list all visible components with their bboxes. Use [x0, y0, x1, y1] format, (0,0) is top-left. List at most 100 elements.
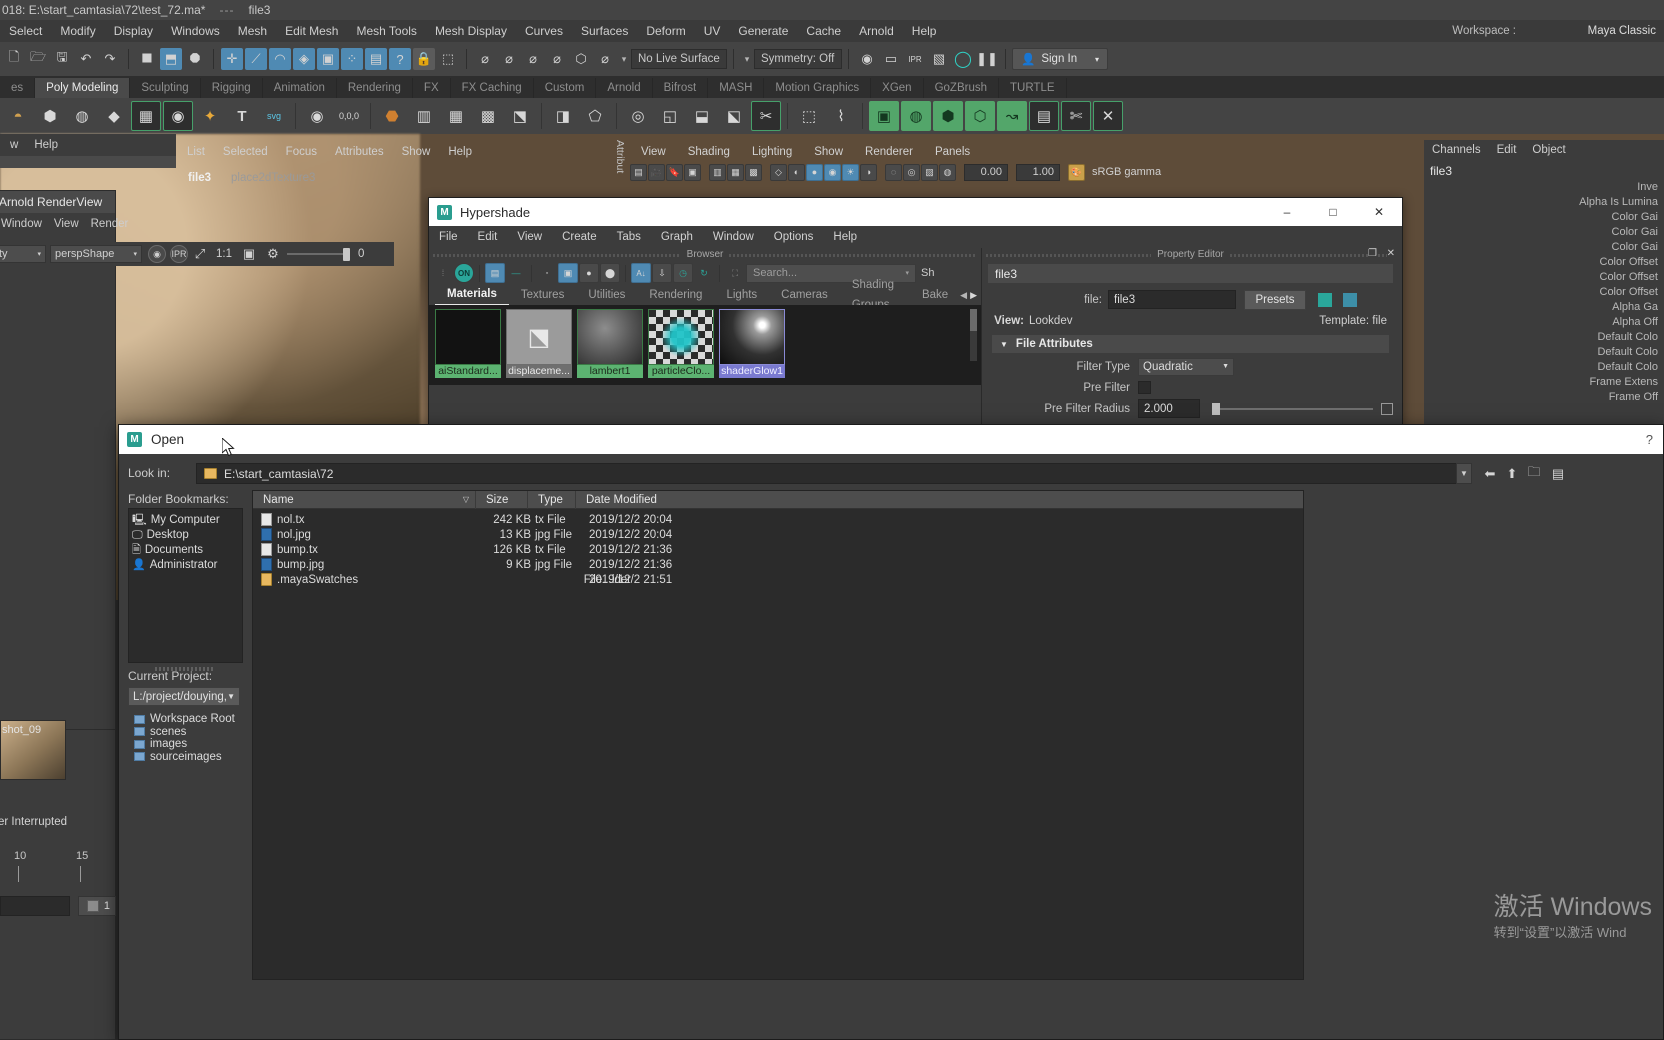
shelf-smooth-icon[interactable]: ◨	[548, 101, 578, 131]
shelf-multi-cut-icon[interactable]: ✂	[751, 101, 781, 131]
arnold-camera-combo[interactable]: perspShape ▾	[50, 245, 142, 263]
shelf-cube-icon[interactable]: ⬢	[35, 101, 65, 131]
menu-uv[interactable]: UV	[695, 20, 730, 42]
redo-icon[interactable]: ↷	[99, 48, 121, 70]
hs-menu-graph[interactable]: Graph	[651, 231, 703, 243]
shelf-target-weld-icon[interactable]: ⬚	[794, 101, 824, 131]
swatch-item[interactable]: lambert1	[577, 309, 643, 378]
workspace-value[interactable]: Maya Classic	[1588, 20, 1656, 42]
image-plane-icon[interactable]: ▣	[684, 163, 701, 181]
column-header-type[interactable]: Type	[527, 490, 575, 509]
copy-tab-icon[interactable]	[1318, 292, 1332, 307]
shelf-uv-cut-icon[interactable]: ✄	[1061, 101, 1091, 131]
arnold-menu-view[interactable]: View	[48, 218, 85, 230]
chevron-down-icon[interactable]: ▼	[1000, 340, 1008, 349]
shelf-tab-bifrost[interactable]: Bifrost	[653, 78, 709, 98]
shelf-tab-sculpting[interactable]: Sculpting	[130, 78, 201, 98]
shelf-tab-poly-modeling[interactable]: Poly Modeling	[35, 78, 131, 98]
color-management-icon[interactable]: 🎨	[1068, 163, 1085, 181]
project-folder-item[interactable]: scenes	[128, 726, 240, 739]
input-connections-icon[interactable]: ⌀	[474, 48, 496, 70]
snap-to-projected-center-icon[interactable]: ◈	[293, 48, 315, 70]
swatch-item[interactable]: aiStandard...	[435, 309, 501, 378]
bookmark-item[interactable]: 🖵 Desktop	[132, 528, 239, 543]
shelf-uv-unfold-icon[interactable]: ↝	[997, 101, 1027, 131]
look-in-path-input[interactable]: E:\start_camtasia\72	[196, 463, 1468, 484]
maximize-button[interactable]: □	[1310, 198, 1356, 226]
folder-bookmarks-list[interactable]: 🖳 My Computer 🖵 Desktop 🗎 Documents 👤 Ad…	[128, 508, 243, 663]
pre-filter-checkbox[interactable]	[1138, 381, 1151, 394]
shelf-extract-icon[interactable]: ▦	[441, 101, 471, 131]
file-row[interactable]: nol.jpg 13 KB jpg File 2019/12/2 20:04	[253, 527, 1303, 542]
vp-menu-view[interactable]: View	[630, 146, 677, 158]
swatch-preview[interactable]: ⬔	[506, 309, 572, 365]
timeline-range-field[interactable]	[0, 896, 70, 916]
attr-menu-show[interactable]: Show	[393, 146, 440, 158]
hs-menu-edit[interactable]: Edit	[468, 231, 508, 243]
file-browser-list[interactable]: Name ▽ Size Type Date Modified nol.tx 24…	[252, 490, 1304, 980]
gamma-field[interactable]: 1.00	[1016, 163, 1060, 181]
screen-space-ao-icon[interactable]: ◌	[885, 163, 902, 181]
shelf-coords-icon[interactable]: 0,0,0	[334, 101, 364, 131]
attr-menu-selected[interactable]: Selected	[214, 146, 277, 158]
vp-menu-panels[interactable]: Panels	[924, 146, 981, 158]
channel-menu-object[interactable]: Object	[1524, 144, 1573, 156]
attr-tab-file3[interactable]: file3	[178, 170, 221, 186]
column-header-date[interactable]: Date Modified	[575, 490, 775, 509]
hs-tab-rendering[interactable]: Rendering	[637, 285, 714, 305]
swatch-item[interactable]: particleClo...	[648, 309, 714, 378]
show-browser-icon[interactable]: ▤	[485, 263, 505, 283]
menu-mesh-display[interactable]: Mesh Display	[426, 20, 516, 42]
project-folder-item[interactable]: sourceimages	[128, 751, 240, 764]
swatch-size-large-icon[interactable]: ●	[579, 263, 599, 283]
symmetry-caret-icon[interactable]: ▾	[740, 54, 754, 65]
shelf-uv-sew-icon[interactable]: ✕	[1093, 101, 1123, 131]
menu-mesh[interactable]: Mesh	[229, 20, 276, 42]
chevron-down-icon[interactable]: ▾	[37, 250, 41, 258]
presets-button[interactable]: Presets	[1244, 289, 1306, 310]
hs-tab-lights[interactable]: Lights	[714, 285, 769, 305]
back-icon[interactable]: ⬅	[1480, 463, 1500, 484]
live-surface-caret-icon[interactable]: ▾	[617, 54, 631, 65]
view-mode-icon[interactable]: ▤	[1548, 463, 1568, 484]
chevron-down-icon[interactable]: ▼	[1222, 363, 1229, 370]
menu-display[interactable]: Display	[105, 20, 162, 42]
construction-plane-icon[interactable]: ▤	[365, 48, 387, 70]
shelf-tab-animation[interactable]: Animation	[263, 78, 337, 98]
arnold-ipr-icon[interactable]: IPR	[170, 245, 188, 263]
menu-surfaces[interactable]: Surfaces	[572, 20, 637, 42]
slider-handle[interactable]	[343, 247, 350, 261]
film-gate-icon[interactable]: ▩	[745, 163, 762, 181]
file-row[interactable]: bump.tx 126 KB tx File 2019/12/2 21:36	[253, 542, 1303, 557]
shelf-sphere-icon[interactable]: ◓	[3, 101, 33, 131]
shelf-tab-es[interactable]: es	[0, 78, 36, 98]
undock-icon[interactable]: ❐	[1368, 248, 1377, 259]
bookmark-icon[interactable]: 🔖	[666, 163, 683, 181]
menu-deform[interactable]: Deform	[637, 20, 694, 42]
file-row[interactable]: bump.jpg 9 KB jpg File 2019/12/2 21:36	[253, 557, 1303, 572]
select-by-component-icon[interactable]: ⯃	[184, 48, 206, 70]
arnold-gear-icon[interactable]: ⚙	[262, 243, 284, 265]
render-sequence-icon[interactable]: ▭	[880, 48, 902, 70]
menu-generate[interactable]: Generate	[729, 20, 797, 42]
vp-menu-renderer[interactable]: Renderer	[854, 146, 924, 158]
hs-menu-file[interactable]: File	[429, 231, 468, 243]
swatch-size-small-icon[interactable]: ▫	[537, 263, 557, 283]
shelf-tab-mash[interactable]: MASH	[708, 78, 765, 98]
close-button[interactable]: ✕	[1356, 198, 1402, 226]
arnold-aov-combo[interactable]: ty ▾	[0, 245, 46, 263]
history-toggle-icon[interactable]: ⌀	[546, 48, 568, 70]
minimize-button[interactable]: –	[1264, 198, 1310, 226]
tab-scroll-right-icon[interactable]: ▶	[970, 290, 977, 301]
select-by-object-icon[interactable]: ⬒	[160, 48, 182, 70]
file-attributes-section[interactable]: ▼ File Attributes	[992, 335, 1389, 353]
filter-type-select[interactable]: Quadratic ▼	[1138, 357, 1234, 376]
symmetry-field[interactable]: Symmetry: Off	[754, 49, 842, 69]
construction-history-icon[interactable]: ⌀	[522, 48, 544, 70]
left-menu-help[interactable]: Help	[26, 134, 66, 156]
help-icon[interactable]: ?	[1646, 432, 1663, 447]
hs-menu-options[interactable]: Options	[764, 231, 824, 243]
swatch-preview[interactable]	[719, 309, 785, 365]
menu-windows[interactable]: Windows	[162, 20, 229, 42]
project-folder-item[interactable]: Workspace Root	[128, 713, 240, 726]
